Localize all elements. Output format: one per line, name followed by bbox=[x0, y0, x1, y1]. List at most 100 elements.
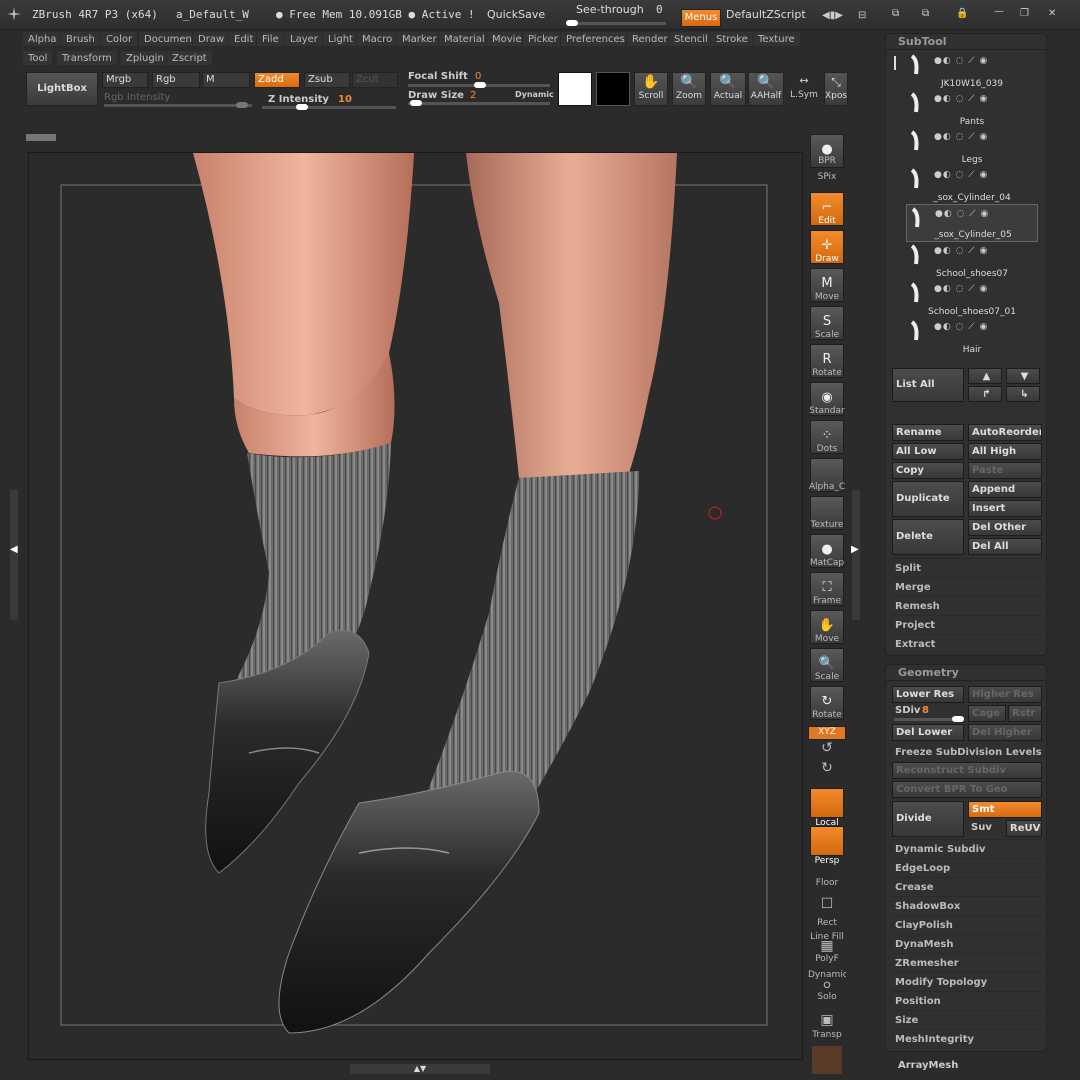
menu-stroke[interactable]: Stroke bbox=[710, 31, 754, 47]
lsym-button[interactable]: ↔ L.Sym bbox=[788, 72, 820, 106]
focal-shift-slider[interactable] bbox=[408, 82, 550, 88]
main-color-swatch[interactable] bbox=[558, 72, 592, 106]
transp-label[interactable]: Transp bbox=[808, 1030, 846, 1040]
m-button[interactable]: M bbox=[202, 72, 250, 88]
menu-light[interactable]: Light bbox=[322, 31, 359, 47]
append-button[interactable]: Append bbox=[968, 481, 1042, 498]
subtool-visibility-icon[interactable]: ●◐ ◌ ⟋ ◉ bbox=[934, 132, 988, 142]
left-tray-arrow-icon[interactable]: ◀ bbox=[10, 544, 18, 555]
subtool-visibility-icon[interactable]: ●◐ ◌ ⟋ ◉ bbox=[935, 209, 989, 219]
scroll-button[interactable]: ✋ Scroll bbox=[634, 72, 668, 106]
menu-preferences[interactable]: Preferences bbox=[560, 31, 631, 47]
right-tray-arrow-icon[interactable]: ▶ bbox=[851, 544, 859, 555]
subtool-visibility-icon[interactable]: ●◐ ◌ ⟋ ◉ bbox=[934, 322, 988, 332]
xyz-button[interactable]: XYZ bbox=[808, 726, 846, 740]
move-up-arrow-icon[interactable]: ▲ bbox=[968, 368, 1002, 384]
rotate-y-icon[interactable]: ↻ bbox=[808, 760, 846, 776]
subtool-item[interactable]: ●◐ ◌ ⟋ ◉ Legs bbox=[906, 128, 1038, 166]
geometry-section-zremesher[interactable]: ZRemesher bbox=[892, 953, 1042, 972]
geometry-section-claypolish[interactable]: ClayPolish bbox=[892, 915, 1042, 934]
see-through-slider[interactable] bbox=[566, 20, 666, 26]
menu-transform[interactable]: Transform bbox=[56, 50, 118, 66]
polyf-label[interactable]: PolyF bbox=[808, 954, 846, 964]
move-up-in-list-icon[interactable]: ↱ bbox=[968, 386, 1002, 402]
lower-res-button[interactable]: Lower Res bbox=[892, 686, 964, 703]
xpose-button[interactable]: ⤡ Xpos bbox=[824, 72, 848, 106]
persp-button[interactable]: Persp bbox=[808, 856, 846, 866]
subtool-item[interactable]: ●◐ ◌ ⟋ ◉ Pants bbox=[906, 90, 1038, 128]
move-down-arrow-icon[interactable]: ▼ bbox=[1006, 368, 1040, 384]
geometry-section-dynamic-subdiv[interactable]: Dynamic Subdiv bbox=[892, 839, 1042, 858]
sdiv-slider[interactable] bbox=[894, 716, 964, 722]
geometry-section-modify-topology[interactable]: Modify Topology bbox=[892, 972, 1042, 991]
menu-render[interactable]: Render bbox=[626, 31, 674, 47]
menu-layer[interactable]: Layer bbox=[284, 31, 324, 47]
menu-file[interactable]: File bbox=[256, 31, 285, 47]
menu-stencil[interactable]: Stencil bbox=[668, 31, 714, 47]
rect-label[interactable]: Rect bbox=[808, 918, 846, 928]
menu-draw[interactable]: Draw bbox=[192, 31, 231, 47]
secondary-color-swatch[interactable] bbox=[596, 72, 630, 106]
subtool-title[interactable]: SubTool bbox=[886, 34, 1046, 50]
del-lower-button[interactable]: Del Lower bbox=[892, 724, 964, 741]
rgb-button[interactable]: Rgb bbox=[152, 72, 200, 88]
local-icon[interactable] bbox=[810, 788, 844, 818]
subtool-visibility-icon[interactable]: ●◐ ◌ ⟋ ◉ bbox=[934, 170, 988, 180]
divide-button[interactable]: Divide bbox=[892, 801, 964, 837]
lock-icon[interactable]: 🔒 bbox=[956, 8, 970, 24]
geometry-section-size[interactable]: Size bbox=[892, 1010, 1042, 1029]
layout-icon[interactable]: ⧉ bbox=[892, 8, 912, 24]
convert-bpr-button[interactable]: Convert BPR To Geo bbox=[892, 781, 1042, 798]
zcut-button[interactable]: Zcut bbox=[352, 72, 398, 88]
dynamic-label[interactable]: Dynamic bbox=[515, 90, 554, 99]
project-section[interactable]: Project bbox=[892, 615, 1042, 634]
draw-size-slider[interactable] bbox=[408, 100, 550, 106]
dock-left-icon[interactable]: ⊟ bbox=[858, 10, 878, 24]
polyframe-icon[interactable]: ▦ bbox=[808, 938, 846, 954]
extract-section[interactable]: Extract bbox=[892, 634, 1042, 653]
close-icon[interactable]: ✕ bbox=[1048, 8, 1062, 24]
left-tray-handle[interactable] bbox=[10, 490, 18, 620]
menu-marker[interactable]: Marker bbox=[396, 31, 443, 47]
merge-section[interactable]: Merge bbox=[892, 577, 1042, 596]
move-down-in-list-icon[interactable]: ↳ bbox=[1006, 386, 1040, 402]
menu-brush[interactable]: Brush bbox=[60, 31, 101, 47]
menu-zplugin[interactable]: Zplugin bbox=[120, 50, 170, 66]
menu-material[interactable]: Material bbox=[438, 31, 491, 47]
subtool-item[interactable]: ●◐ ◌ ⟋ ◉ JK10W16_039 bbox=[906, 52, 1038, 90]
subtool-scrollbar[interactable] bbox=[894, 56, 896, 70]
geometry-section-edgeloop[interactable]: EdgeLoop bbox=[892, 858, 1042, 877]
subtool-visibility-icon[interactable]: ●◐ ◌ ⟋ ◉ bbox=[934, 94, 988, 104]
menu-alpha[interactable]: Alpha bbox=[22, 31, 63, 47]
right-tray-handle[interactable] bbox=[852, 490, 860, 620]
document-canvas[interactable] bbox=[28, 152, 803, 1060]
rgb-intensity-slider[interactable] bbox=[104, 102, 252, 108]
lightbox-button[interactable]: LightBox bbox=[26, 72, 98, 106]
geometry-section-crease[interactable]: Crease bbox=[892, 877, 1042, 896]
geometry-section-position[interactable]: Position bbox=[892, 991, 1042, 1010]
subtool-item[interactable]: ●◐ ◌ ⟋ ◉ School_shoes07 bbox=[906, 242, 1038, 280]
menu-zscript[interactable]: Zscript bbox=[166, 50, 213, 66]
smt-toggle[interactable]: Smt bbox=[968, 801, 1042, 818]
menu-texture[interactable]: Texture bbox=[752, 31, 801, 47]
list-all-button[interactable]: List All bbox=[892, 368, 964, 402]
restore-icon[interactable]: ❐ bbox=[1020, 8, 1034, 24]
subtool-item[interactable]: ●◐ ◌ ⟋ ◉ School_shoes07_01 bbox=[906, 280, 1038, 318]
z-intensity-slider[interactable] bbox=[262, 104, 396, 110]
rotate-x-icon[interactable]: ↺ bbox=[808, 740, 846, 756]
rstr-button[interactable]: Rstr bbox=[1008, 705, 1042, 722]
persp-icon[interactable] bbox=[810, 826, 844, 856]
zadd-button[interactable]: Zadd bbox=[254, 72, 300, 88]
copy-button[interactable]: Copy bbox=[892, 462, 964, 479]
geometry-section-shadowbox[interactable]: ShadowBox bbox=[892, 896, 1042, 915]
split-section[interactable]: Split bbox=[892, 558, 1042, 577]
insert-button[interactable]: Insert bbox=[968, 500, 1042, 517]
minimize-icon[interactable]: — bbox=[994, 6, 1008, 22]
mrgb-button[interactable]: Mrgb bbox=[102, 72, 148, 88]
subtool-item[interactable]: ●◐ ◌ ⟋ ◉ Hair bbox=[906, 318, 1038, 356]
transp-icon[interactable]: ▣ bbox=[808, 1012, 846, 1028]
all-low-button[interactable]: All Low bbox=[892, 443, 964, 460]
shelf-arrows-icon[interactable]: ◀▮▶ bbox=[822, 10, 846, 24]
zoom-button[interactable]: 🔍 Zoom bbox=[672, 72, 706, 106]
geometry-title[interactable]: Geometry bbox=[886, 665, 1046, 681]
